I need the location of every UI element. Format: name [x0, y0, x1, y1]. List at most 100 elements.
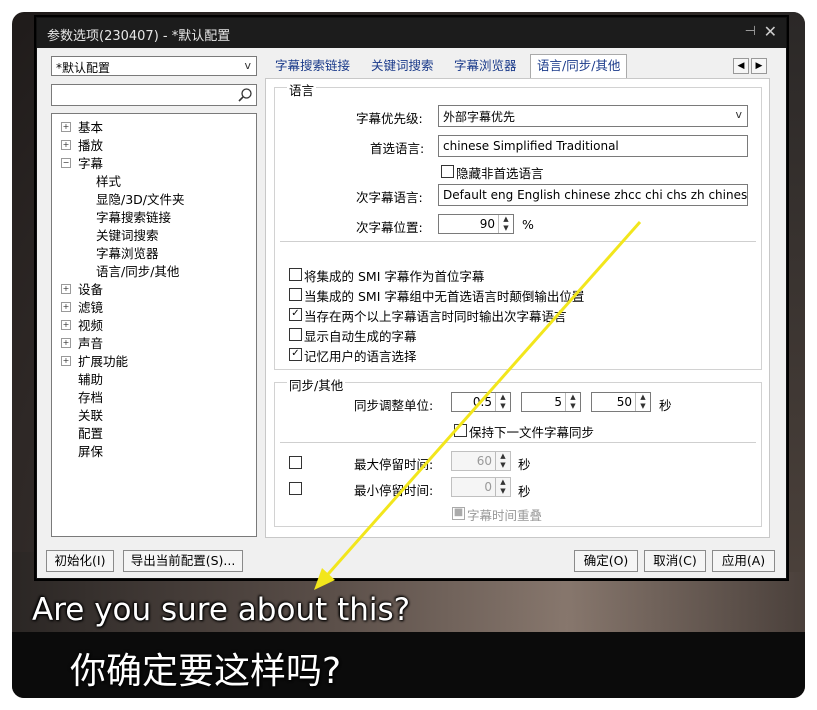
option-checkbox[interactable]: ✓	[289, 348, 302, 361]
title-bar[interactable]: 参数选项(230407) - *默认配置 ⊣ ✕	[37, 18, 786, 48]
tree-expander-icon[interactable]: +	[61, 140, 71, 150]
hide-nonpref-label: 隐藏非首选语言	[456, 166, 544, 181]
preferences-dialog: 参数选项(230407) - *默认配置 ⊣ ✕ *默认配置 v + 基本 + 播放 −…	[36, 17, 787, 579]
tree-item[interactable]: 字幕浏览器	[96, 243, 159, 262]
spinner-arrows-icon[interactable]: ▲ ▼	[565, 393, 580, 411]
spinner-arrows-icon[interactable]: ▲ ▼	[495, 452, 510, 470]
tree-expander-icon[interactable]: +	[61, 122, 71, 132]
tree-item[interactable]: 声音	[78, 333, 103, 352]
spinner-arrows-icon[interactable]: ▲ ▼	[495, 393, 510, 411]
init-button[interactable]: 初始化(I)	[46, 550, 114, 572]
cancel-button[interactable]: 取消(C)	[644, 550, 706, 572]
priority-label: 字幕优先级:	[356, 111, 423, 126]
tree-item[interactable]: 扩展功能	[78, 351, 128, 370]
tree-expander-icon[interactable]: +	[61, 284, 71, 294]
secondary-position-spinner[interactable]: 90 ▲ ▼	[438, 214, 514, 234]
tree-expander-icon[interactable]: +	[61, 320, 71, 330]
tree-item[interactable]: 播放	[78, 135, 103, 154]
search-icon[interactable]	[237, 87, 253, 103]
tree-expander-icon[interactable]: +	[61, 356, 71, 366]
min-duration-value: 0	[484, 480, 492, 494]
min-duration-spinner[interactable]: 0 ▲ ▼	[451, 477, 511, 497]
pin-icon[interactable]: ⊣	[745, 24, 756, 39]
option-label: 当存在两个以上字幕语言时同时输出次字幕语言	[304, 309, 567, 324]
tree-item[interactable]: 屏保	[78, 441, 103, 460]
overlap-checkbox[interactable]: ■	[452, 507, 465, 520]
settings-tree[interactable]: + 基本 + 播放 − 字幕 样式 显隐/3D/文件夹 字幕搜索链接 关键词搜索 字幕浏览器 语言/同…	[51, 113, 257, 537]
tree-item[interactable]: 关键词搜索	[96, 225, 159, 244]
subtitle-english: Are you sure about this?	[32, 592, 411, 628]
option-label: 当集成的 SMI 字幕组中无首选语言时颠倒输出位置	[304, 289, 585, 304]
option-label: 将集成的 SMI 字幕作为首位字幕	[304, 269, 485, 284]
tree-item[interactable]: 基本	[78, 117, 103, 136]
keep-sync-checkbox[interactable]	[454, 424, 467, 437]
tab-scroll-right-icon[interactable]: ▶	[751, 58, 767, 74]
window-title: 参数选项(230407) - *默认配置	[47, 29, 231, 44]
ok-button[interactable]: 确定(O)	[574, 550, 638, 572]
close-icon[interactable]: ✕	[764, 22, 777, 41]
option-checkbox[interactable]	[289, 328, 302, 341]
profile-combo[interactable]: *默认配置 v	[51, 56, 257, 76]
tree-item[interactable]: 显隐/3D/文件夹	[96, 189, 185, 208]
sync-unit-value-2: 5	[554, 395, 562, 409]
tab-scroll-left-icon[interactable]: ◀	[733, 58, 749, 74]
tree-item[interactable]: 字幕搜索链接	[96, 207, 171, 226]
tab-subtitle-search-link[interactable]: 字幕搜索链接	[275, 55, 350, 77]
secondary-position-value: 90	[479, 217, 495, 231]
divider	[280, 241, 756, 242]
percent-unit: %	[522, 217, 534, 232]
tab-keyword-search[interactable]: 关键词搜索	[371, 55, 434, 77]
tree-item[interactable]: 关联	[78, 405, 103, 424]
profile-combo-value: *默认配置	[56, 61, 111, 75]
spinner-arrows-icon[interactable]: ▲ ▼	[495, 478, 510, 496]
tree-item[interactable]: 语言/同步/其他	[96, 261, 179, 280]
tab-subtitle-browser[interactable]: 字幕浏览器	[454, 55, 517, 77]
sync-unit-spinner-3[interactable]: 50 ▲ ▼	[591, 392, 651, 412]
tree-item[interactable]: 设备	[78, 279, 103, 298]
tree-expander-icon[interactable]: −	[61, 158, 71, 168]
min-duration-checkbox[interactable]	[289, 482, 302, 495]
priority-value: 外部字幕优先	[443, 110, 516, 124]
pref-language-label: 首选语言:	[370, 141, 425, 156]
option-checkbox[interactable]	[289, 268, 302, 281]
export-config-button[interactable]: 导出当前配置(S)...	[123, 550, 243, 572]
max-duration-label: 最大停留时间:	[354, 457, 434, 472]
sync-unit-spinner-1[interactable]: 0.5 ▲ ▼	[451, 392, 511, 412]
tree-item[interactable]: 滤镜	[78, 297, 103, 316]
tree-item[interactable]: 辅助	[78, 369, 103, 388]
sync-unit-value-3: 50	[616, 395, 632, 409]
tree-expander-icon[interactable]: +	[61, 338, 71, 348]
tree-item[interactable]: 字幕	[78, 153, 103, 172]
tree-item[interactable]: 存档	[78, 387, 103, 406]
pref-language-input[interactable]: chinese Simplified Traditional	[438, 135, 748, 157]
tree-item[interactable]: 视频	[78, 315, 103, 334]
secondary-position-label: 次字幕位置:	[356, 220, 423, 235]
max-duration-spinner[interactable]: 60 ▲ ▼	[451, 451, 511, 471]
spinner-arrows-icon[interactable]: ▲ ▼	[498, 215, 513, 233]
option-label: 显示自动生成的字幕	[304, 329, 417, 344]
language-group-title: 语言	[287, 80, 317, 99]
option-checkbox[interactable]	[289, 288, 302, 301]
secondary-language-input[interactable]: Default eng English chinese zhcc chi chs…	[438, 184, 748, 206]
tree-item[interactable]: 样式	[96, 171, 121, 190]
hide-nonpref-checkbox[interactable]	[441, 165, 454, 178]
subtitle-chinese: 你确定要这样吗?	[70, 651, 342, 692]
option-label: 记忆用户的语言选择	[304, 349, 417, 364]
divider	[280, 442, 756, 443]
apply-button[interactable]: 应用(A)	[712, 550, 775, 572]
sync-unit-spinner-2[interactable]: 5 ▲ ▼	[521, 392, 581, 412]
min-duration-sec: 秒	[518, 484, 531, 499]
tree-search-input[interactable]	[51, 84, 257, 106]
sync-unit-label: 同步调整单位:	[354, 398, 434, 413]
option-checkbox[interactable]: ✓	[289, 308, 302, 321]
secondary-language-label: 次字幕语言:	[356, 190, 423, 205]
priority-combo[interactable]: 外部字幕优先 v	[438, 105, 748, 127]
sync-group-title: 同步/其他	[287, 375, 346, 394]
max-duration-value: 60	[476, 454, 492, 468]
overlap-label: 字幕时间重叠	[467, 508, 543, 523]
tree-item[interactable]: 配置	[78, 423, 103, 442]
tab-language-sync-other[interactable]: 语言/同步/其他	[530, 54, 628, 78]
tree-expander-icon[interactable]: +	[61, 302, 71, 312]
spinner-arrows-icon[interactable]: ▲ ▼	[635, 393, 650, 411]
max-duration-checkbox[interactable]	[289, 456, 302, 469]
